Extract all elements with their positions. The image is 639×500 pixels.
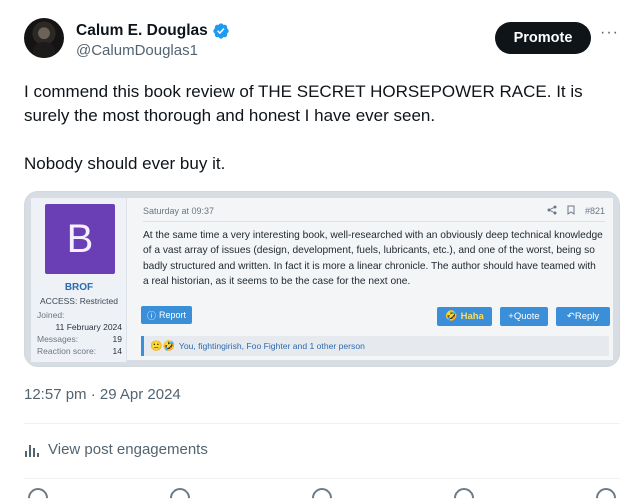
tweet-action-bar xyxy=(23,483,621,500)
info-icon: ⓘ xyxy=(147,310,157,321)
reply-icon[interactable] xyxy=(23,483,53,500)
tweet-timestamp[interactable]: 12:57 pm · 29 Apr 2024 xyxy=(24,386,181,403)
bookmark-icon xyxy=(567,205,575,217)
promote-button[interactable]: Promote xyxy=(495,22,591,54)
quote-button: + Quote xyxy=(500,307,548,326)
like-icon[interactable] xyxy=(307,483,337,500)
engagements-label[interactable]: View post engagements xyxy=(48,441,208,458)
reaction-score-label: Reaction score: xyxy=(37,346,97,356)
joined-value: 11 February 2024 xyxy=(55,322,122,332)
reply-label: Reply xyxy=(574,311,600,322)
more-options-icon[interactable]: ··· xyxy=(600,25,620,48)
post-toolbar: #821 xyxy=(547,205,605,217)
reactions-emoji-icons: 🙁🤣 xyxy=(150,340,175,352)
author-display-name[interactable]: Calum E. Douglas xyxy=(76,22,208,40)
share-action-icon[interactable] xyxy=(591,483,621,500)
reactions-text: You, fightingirish, Foo Fighter and 1 ot… xyxy=(178,341,365,351)
post-number: #821 xyxy=(584,206,605,216)
post-date: Saturday at 09:37 xyxy=(143,206,215,216)
reply-button: ↶ Reply xyxy=(556,307,610,326)
bookmark-action-icon[interactable] xyxy=(449,483,479,500)
author-avatar[interactable] xyxy=(24,18,64,58)
view-post-engagements-link[interactable]: View post engagements xyxy=(24,441,208,458)
reaction-score-value: 14 xyxy=(112,346,122,356)
forum-user-avatar: B xyxy=(45,204,115,274)
post-body: At the same time a very interesting book… xyxy=(143,230,603,288)
divider xyxy=(24,478,620,479)
reactions-bar: 🙁🤣 You, fightingirish, Foo Fighter and 1… xyxy=(141,336,609,356)
report-button: ⓘ Report xyxy=(141,306,193,324)
quote-label: Quote xyxy=(513,311,540,322)
messages-label: Messages: xyxy=(37,334,79,344)
forum-user-access: ACCESS: Restricted xyxy=(40,296,118,306)
verified-badge-icon xyxy=(213,23,229,39)
retweet-icon[interactable] xyxy=(165,483,195,500)
forum-post-content: Saturday at 09:37 #821 At the same time … xyxy=(135,198,613,362)
tweet-text: I commend this book review of THE SECRET… xyxy=(24,80,619,200)
post-divider xyxy=(143,221,605,222)
share-icon xyxy=(547,205,557,217)
forum-username: BROF xyxy=(64,282,94,293)
analytics-bars-icon xyxy=(25,444,39,457)
tweet-text-line2: Nobody should ever buy it. xyxy=(24,154,226,173)
forum-post: B BROF ACCESS: Restricted Joined: 11 Feb… xyxy=(31,198,613,362)
author-name-row: Calum E. Douglas xyxy=(76,22,230,40)
haha-label: Haha xyxy=(460,311,484,322)
laughing-emoji-icon: 🤣 xyxy=(445,311,458,322)
joined-label: Joined: xyxy=(37,310,65,320)
embedded-forum-screenshot[interactable]: B BROF ACCESS: Restricted Joined: 11 Feb… xyxy=(24,191,620,367)
divider xyxy=(24,423,620,424)
messages-value: 19 xyxy=(112,334,122,344)
forum-user-column: B BROF ACCESS: Restricted Joined: 11 Feb… xyxy=(31,198,127,362)
author-handle[interactable]: @CalumDouglas1 xyxy=(76,42,198,59)
report-label: Report xyxy=(159,310,187,320)
reply-arrow-icon: ↶ xyxy=(566,311,575,322)
haha-reaction-button: 🤣 Haha xyxy=(437,307,492,326)
tweet-text-line1: I commend this book review of THE SECRET… xyxy=(24,82,583,125)
